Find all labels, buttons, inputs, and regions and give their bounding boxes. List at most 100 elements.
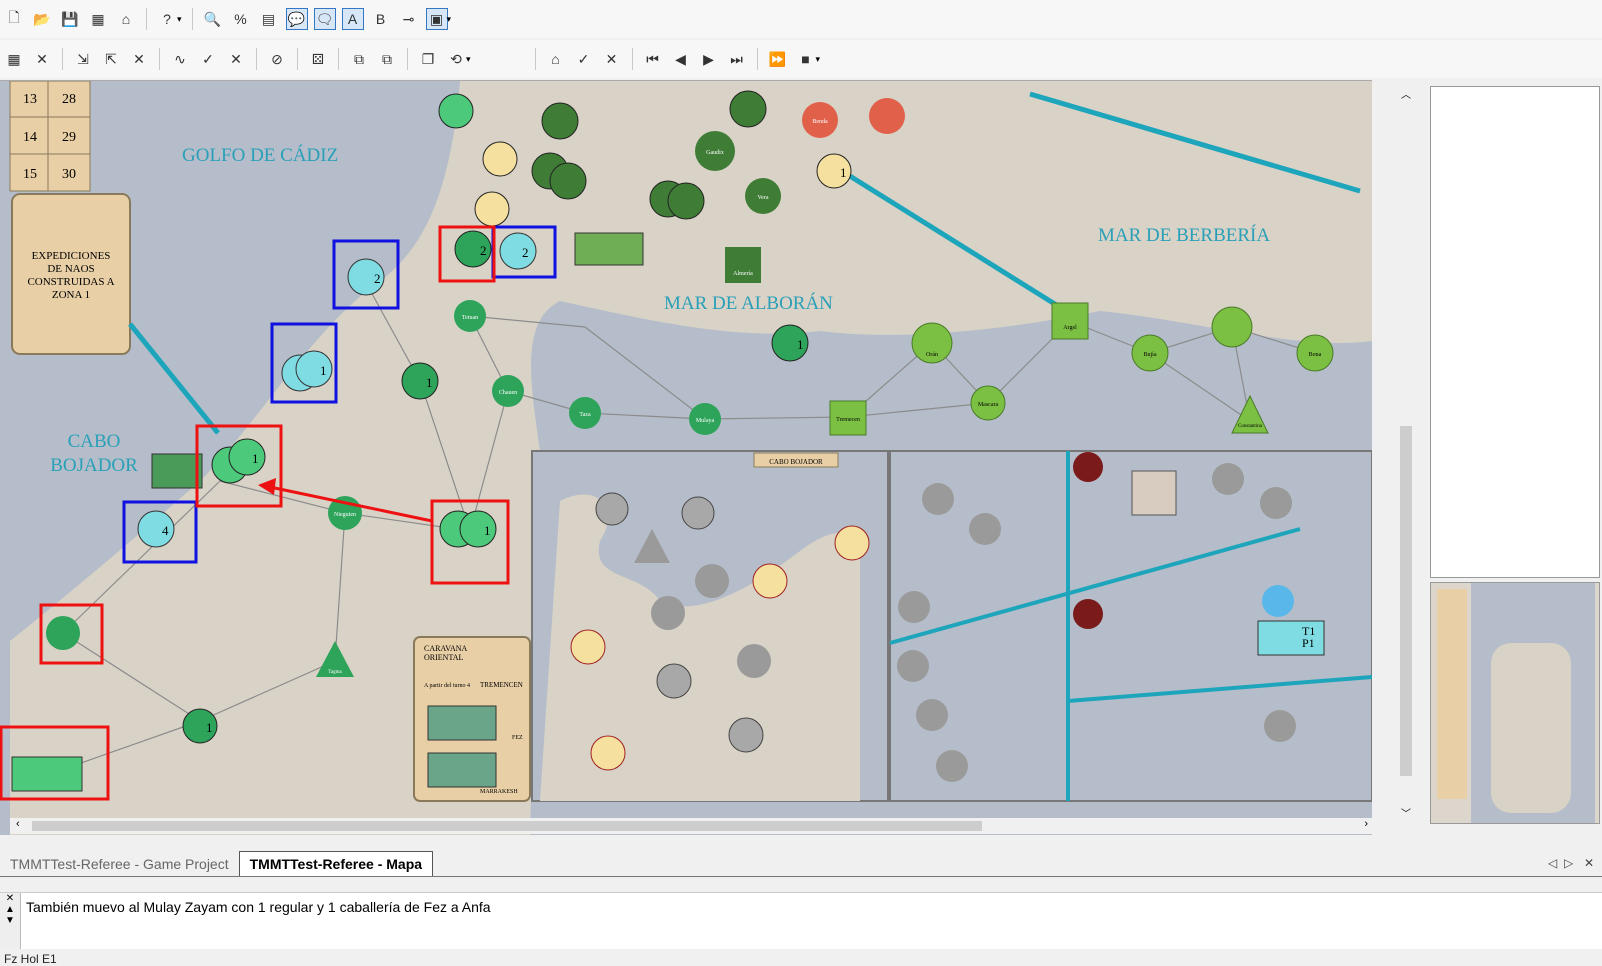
last-icon[interactable]: ⏭ [726, 48, 748, 70]
route-delete-icon[interactable]: ✕ [225, 48, 247, 70]
tab-scroll-left-icon[interactable]: ◁ [1548, 856, 1557, 870]
inset-unit[interactable] [752, 563, 788, 599]
zoom-icon[interactable]: 🔍 [202, 8, 224, 30]
chat-bubble-icon[interactable]: 💬 [285, 8, 308, 30]
lock-icon[interactable]: ⌂ [545, 48, 567, 70]
route-check-icon[interactable]: ✓ [197, 48, 219, 70]
unit-counter[interactable] [541, 102, 579, 140]
copy-icon[interactable]: ❐ [417, 48, 439, 70]
unit-counter[interactable] [401, 362, 439, 400]
unit-counter[interactable] [228, 438, 266, 476]
ship-counter[interactable] [151, 453, 203, 489]
dropdown-arrow-icon[interactable]: ▾ [466, 54, 471, 65]
unit-counter[interactable] [459, 510, 497, 548]
percent-icon[interactable]: % [230, 8, 252, 30]
city-node[interactable] [869, 98, 905, 134]
text-b-icon[interactable]: B [370, 8, 392, 30]
inset-unit[interactable] [728, 717, 764, 753]
new-file-icon[interactable]: 🗋 [3, 8, 25, 30]
map-vertical-scrollbar[interactable]: ︿ ﹀ [1398, 86, 1414, 820]
caravana-panel: CARAVANA ORIENTAL A partir del turno 4 T… [413, 636, 531, 802]
unit-counter[interactable] [295, 350, 333, 388]
help-icon[interactable]: ? [156, 8, 178, 30]
inset-unit[interactable] [681, 496, 715, 530]
tab-scroll-right-icon[interactable]: ▷ [1564, 856, 1573, 870]
ship-counter[interactable] [11, 756, 83, 792]
route-icon[interactable]: ∿ [169, 48, 191, 70]
stack-up-icon[interactable]: ⧉ [348, 48, 370, 70]
marker-card[interactable] [1131, 470, 1177, 516]
map-tools-icon[interactable]: ▤ [258, 8, 280, 30]
dropdown-arrow-icon[interactable]: ▾ [177, 14, 182, 25]
unit-counter[interactable] [667, 182, 705, 220]
move-delete-icon[interactable]: ✕ [128, 48, 150, 70]
unit-counter[interactable] [474, 191, 510, 227]
link-icon[interactable]: ⊸ [398, 8, 420, 30]
caravana-card[interactable] [427, 705, 497, 741]
scroll-left-icon[interactable]: ‹ [16, 818, 20, 830]
separator [407, 48, 408, 70]
separator [146, 8, 147, 30]
close-icon[interactable]: ⌂ [115, 8, 137, 30]
scroll-up-icon[interactable]: ︿ [1401, 86, 1411, 101]
open-folder-icon[interactable]: 📂 [31, 8, 53, 30]
text-a-icon[interactable]: A [341, 8, 364, 30]
scroll-down-icon[interactable]: ﹀ [1401, 805, 1411, 820]
highlight-icon[interactable]: ▣ [425, 8, 448, 30]
city-node[interactable] [1051, 302, 1089, 340]
caravana-card[interactable] [427, 752, 497, 788]
dropdown-arrow-icon[interactable]: ▾ [447, 14, 452, 25]
map-canvas[interactable]: GOLFO DE CÁDIZ MAR DE ALBORÁN MAR DE BER… [0, 81, 1372, 835]
unit-counter[interactable] [482, 141, 518, 177]
tab-mapa[interactable]: TMMTTest-Referee - Mapa [238, 851, 434, 876]
region-label-golfo: GOLFO DE CÁDIZ [182, 144, 338, 166]
city-node[interactable] [725, 247, 761, 283]
inset-unit[interactable] [656, 663, 692, 699]
tab-close-icon[interactable]: ✕ [1584, 856, 1594, 870]
dropdown-arrow-icon[interactable]: ▾ [816, 54, 821, 65]
inset-unit[interactable] [595, 492, 629, 526]
inset-unit[interactable] [570, 629, 606, 665]
event-marker[interactable] [1073, 452, 1103, 482]
chat-side-bar[interactable]: ✕ ▲ ▼ [0, 893, 21, 949]
minimap[interactable] [1430, 582, 1600, 824]
delete-stack-icon[interactable]: ✕ [31, 48, 53, 70]
prev-icon[interactable]: ◀ [670, 48, 692, 70]
unit-counter[interactable] [549, 162, 587, 200]
inset-unit[interactable] [590, 735, 626, 771]
port-node[interactable] [46, 616, 80, 650]
fast-forward-icon[interactable]: ⏩ [767, 48, 789, 70]
save-as-icon[interactable]: ▦ [87, 8, 109, 30]
unit-counter[interactable] [499, 232, 537, 270]
city-node[interactable] [1211, 306, 1253, 348]
stop-icon[interactable]: ■ [795, 48, 817, 70]
chat-bubble-alt-icon[interactable]: 🗨 [313, 8, 336, 30]
unit-counter[interactable] [438, 93, 474, 129]
next-icon[interactable]: ▶ [698, 48, 720, 70]
move-unit-icon[interactable]: ⇱ [100, 48, 122, 70]
undo-icon[interactable]: ⟲ [445, 48, 467, 70]
scroll-thumb[interactable] [32, 821, 982, 831]
unit-counter[interactable] [729, 90, 767, 128]
stack-icon[interactable]: ▦ [3, 48, 25, 70]
hide-icon[interactable]: ⊘ [266, 48, 288, 70]
inset-unit[interactable] [834, 525, 870, 561]
event-marker[interactable] [1073, 599, 1103, 629]
map-horizontal-scrollbar[interactable]: ‹ › [10, 818, 1398, 834]
unit-counter[interactable] [137, 510, 175, 548]
dice-icon[interactable]: ⚄ [307, 48, 329, 70]
stack-down-icon[interactable]: ⧉ [376, 48, 398, 70]
move-icon[interactable]: ⇲ [72, 48, 94, 70]
scroll-right-icon[interactable]: › [1364, 818, 1368, 830]
tab-bar: TMMTTest-Referee - Game Project TMMTTest… [0, 850, 1602, 877]
atlantic-inset: T1 P1 [889, 450, 1372, 802]
separator [297, 48, 298, 70]
ship-counter[interactable] [574, 232, 644, 266]
lock-delete-icon[interactable]: ✕ [601, 48, 623, 70]
tab-game-project[interactable]: TMMTTest-Referee - Game Project [0, 852, 239, 876]
save-icon[interactable]: 💾 [59, 8, 81, 30]
lock-check-icon[interactable]: ✓ [573, 48, 595, 70]
first-icon[interactable]: ⏮ [642, 48, 664, 70]
game-map[interactable]: GOLFO DE CÁDIZ MAR DE ALBORÁN MAR DE BER… [0, 80, 1372, 835]
scroll-thumb[interactable] [1400, 426, 1412, 776]
